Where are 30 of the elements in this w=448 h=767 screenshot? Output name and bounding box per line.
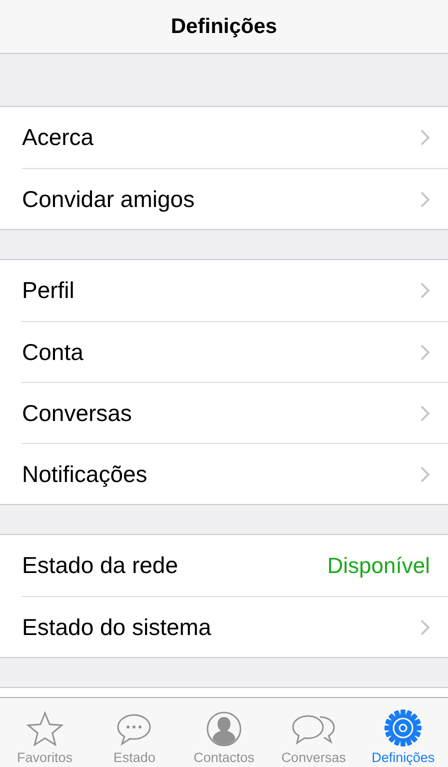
settings-row[interactable]: Conta xyxy=(22,321,448,382)
status-value: Disponível xyxy=(327,552,430,580)
row-label: Acerca xyxy=(22,123,94,152)
chevron-icon xyxy=(420,618,430,636)
row-label: Estado do sistema xyxy=(22,612,212,642)
chevron-icon xyxy=(420,404,430,422)
row-label: Perfil xyxy=(22,276,74,306)
chevron-icon xyxy=(420,466,430,482)
screen-title: Definições xyxy=(170,14,278,40)
person-icon xyxy=(206,710,242,746)
settings-row[interactable]: Acerca xyxy=(0,107,448,168)
speech-bubble-icon xyxy=(116,712,152,746)
row-label: Conversas xyxy=(22,398,132,428)
chevron-icon xyxy=(420,282,430,299)
gear-icon xyxy=(384,708,422,746)
settings-row[interactable]: Estado da rede Disponível xyxy=(0,535,448,596)
chevron-icon xyxy=(420,129,430,146)
chevron-icon xyxy=(420,344,430,360)
row-label: Notificações xyxy=(22,460,148,489)
row-label: Estado da rede xyxy=(22,551,178,580)
tab[interactable]: Definições xyxy=(358,698,448,767)
row-label: Convidar amigos xyxy=(22,184,195,214)
chevron-icon xyxy=(420,190,430,208)
settings-row[interactable]: Convidar amigos xyxy=(22,168,448,229)
star-icon xyxy=(26,710,64,746)
settings-row[interactable]: Perfil xyxy=(0,260,448,321)
settings-row[interactable]: Estado do sistema xyxy=(22,596,448,657)
settings-row[interactable]: Notificações xyxy=(22,443,448,504)
settings-row[interactable]: Conversas xyxy=(22,382,448,443)
row-label: Conta xyxy=(22,338,84,367)
